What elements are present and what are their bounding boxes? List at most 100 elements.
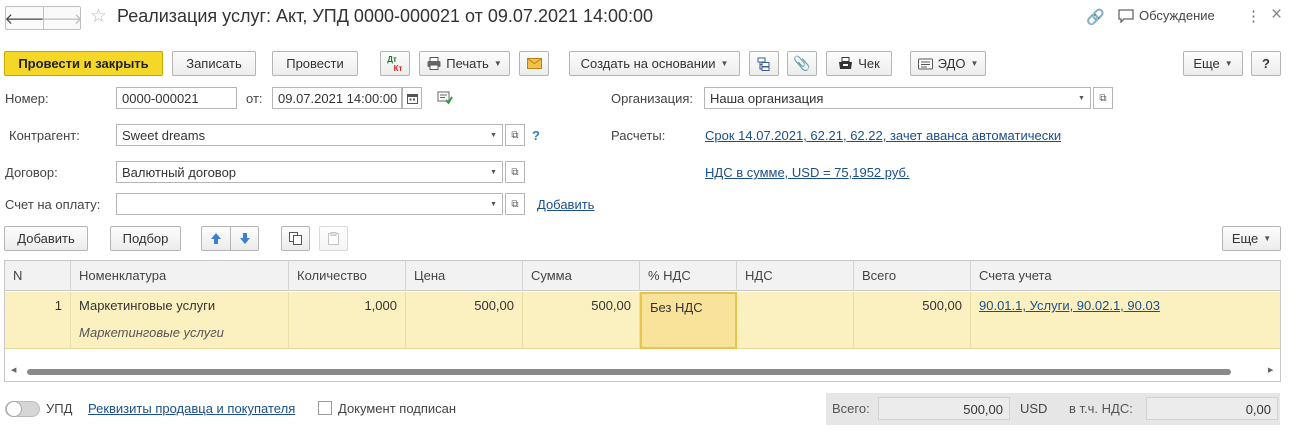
totals-panel: Всего: 500,00 USD в т.ч. НДС: 0,00 [826,393,1280,425]
invoice-field[interactable] [116,193,486,215]
post-button[interactable]: Провести [272,51,358,76]
organization-open-button[interactable]: ⧉ [1093,87,1113,109]
contract-open-button[interactable]: ⧉ [505,161,525,183]
col-total[interactable]: Всего [854,261,971,291]
caret-down-icon: ▼ [493,59,502,68]
more-button[interactable]: Еще ▼ [1183,51,1243,76]
back-forward-group: 🡐 🡒 [4,6,83,30]
date-field[interactable]: 09.07.2021 14:00:00 [272,87,402,109]
email-button[interactable] [519,51,549,76]
contractor-field[interactable]: Sweet dreams [116,124,486,146]
copy-rows-button[interactable] [281,226,310,251]
contractor-open-button[interactable]: ⧉ [505,124,525,146]
vat-rate-link[interactable]: НДС в сумме, USD = 75,1952 руб. [705,165,910,180]
contract-label: Договор: [5,165,58,180]
post-and-close-button[interactable]: Провести и закрыть [4,51,163,76]
organization-field[interactable]: Наша организация [704,87,1074,109]
print-label: Печать [446,56,489,71]
scroll-right-icon[interactable]: ▶ [1268,366,1273,374]
move-up-button[interactable] [201,226,230,251]
edo-button[interactable]: ЭДО ▼ [910,51,986,76]
number-field[interactable]: 0000-000021 [116,87,237,109]
link-icon[interactable]: 🔗 [1086,8,1105,26]
number-history-icon[interactable] [437,91,453,108]
kebab-menu-icon[interactable]: ⋮ [1246,7,1261,25]
vat-total-value: 0,00 [1146,397,1278,420]
create-based-on-button[interactable]: Создать на основании ▼ [569,51,740,76]
upd-label: УПД [46,401,73,416]
structure-button[interactable] [749,51,779,76]
cell-total[interactable]: 500,00 [854,292,971,349]
table-add-label: Добавить [17,231,75,246]
table-more-button[interactable]: Еще ▼ [1222,226,1281,251]
cell-qty[interactable]: 1,000 [289,292,406,349]
table-row[interactable]: 1 Маркетинговые услуги Маркетинговые усл… [5,292,1280,349]
cell-price[interactable]: 500,00 [406,292,523,349]
col-n[interactable]: N [5,261,71,291]
save-button[interactable]: Записать [172,51,256,76]
cell-vat-rate[interactable]: Без НДС [640,292,737,349]
contract-field[interactable]: Валютный договор [116,161,486,183]
back-arrow-icon[interactable]: 🡐 [4,7,45,29]
organization-dropdown-icon[interactable]: ▼ [1073,87,1091,109]
paste-rows-button[interactable] [319,226,348,251]
dt-kt-button[interactable]: Дт Кт [380,51,410,76]
calendar-button[interactable] [402,87,422,109]
invoice-dropdown-icon[interactable]: ▼ [485,193,503,215]
col-qty[interactable]: Количество [289,261,406,291]
cell-vat[interactable] [737,292,854,349]
table-add-button[interactable]: Добавить [4,226,88,251]
add-invoice-link[interactable]: Добавить [537,197,594,212]
print-button[interactable]: Печать ▼ [419,51,510,76]
cell-item[interactable]: Маркетинговые услуги Маркетинговые услуг… [71,292,289,349]
caret-down-icon: ▼ [970,59,979,68]
invoice-open-button[interactable]: ⧉ [505,193,525,215]
window-title: Реализация услуг: Акт, УПД 0000-000021 о… [117,6,654,26]
settlements-link[interactable]: Срок 14.07.2021, 62.21, 62.22, зачет ава… [705,128,1061,143]
col-vat[interactable]: НДС [737,261,854,291]
scroll-left-icon[interactable]: ◀ [11,366,16,374]
save-label: Записать [186,56,242,71]
col-sum[interactable]: Сумма [523,261,640,291]
cell-sum[interactable]: 500,00 [523,292,640,349]
move-down-button[interactable] [230,226,259,251]
kt-label: Кт [393,63,403,73]
attachment-button[interactable]: 📎 [787,51,817,76]
toggle-knob [6,401,22,417]
organization-label: Организация: [611,91,694,106]
forward-arrow-icon[interactable]: 🡒 [42,7,82,29]
caret-down-icon: ▼ [720,59,729,68]
post-and-close-label: Провести и закрыть [18,56,149,71]
check-label: Чек [858,56,880,71]
horizontal-scrollbar-thumb[interactable] [27,369,1231,375]
col-item[interactable]: Номенклатура [71,261,289,291]
col-vat-rate[interactable]: % НДС [640,261,737,291]
col-price[interactable]: Цена [406,261,523,291]
item-name: Маркетинговые услуги [79,298,216,313]
cell-accounts[interactable]: 90.01.1, Услуги, 90.02.1, 90.03 [971,292,1280,349]
upd-toggle[interactable] [5,401,40,417]
favorite-star-icon[interactable]: ☆ [90,5,107,28]
cell-n[interactable]: 1 [5,292,71,349]
paperclip-icon: 📎 [793,55,811,71]
check-button[interactable]: Чек [826,51,892,76]
table-header: N Номенклатура Количество Цена Сумма % Н… [5,261,1280,291]
contractor-help-icon[interactable]: ? [532,128,540,143]
close-icon[interactable]: × [1271,4,1282,26]
contractor-dropdown-icon[interactable]: ▼ [485,124,503,146]
caret-down-icon: ▼ [1224,59,1233,68]
signed-checkbox[interactable] [318,401,332,415]
table-pick-button[interactable]: Подбор [110,226,181,251]
post-label: Провести [286,56,344,71]
copy-icon [289,232,302,245]
requisites-link[interactable]: Реквизиты продавца и покупателя [88,401,295,416]
dt-label: Дт [387,54,397,64]
col-accounts[interactable]: Счета учета [971,261,1280,291]
contract-dropdown-icon[interactable]: ▼ [485,161,503,183]
total-value: 500,00 [878,397,1010,420]
arrow-up-icon [211,233,221,244]
accounts-link[interactable]: 90.01.1, Услуги, 90.02.1, 90.03 [979,298,1160,313]
discussion-button[interactable]: Обсуждение [1118,8,1215,23]
edo-icon [917,58,933,69]
help-button[interactable]: ? [1251,51,1281,76]
